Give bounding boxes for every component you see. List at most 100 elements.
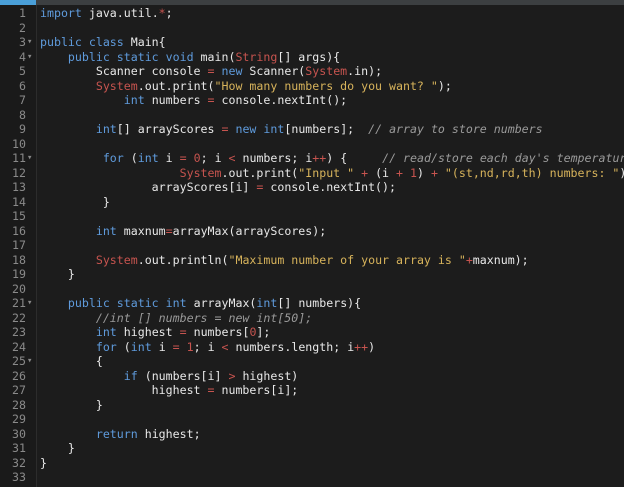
code-token: int — [95, 325, 117, 339]
code-token: < — [228, 151, 236, 165]
code-line[interactable]: 32} — [0, 456, 624, 471]
code-line[interactable]: 9 int[] arrayScores = new int[numbers]; … — [0, 122, 624, 137]
code-line[interactable]: 12 System.out.print("Input " + (i + 1) +… — [0, 166, 624, 181]
code-token: .out.print( — [137, 78, 215, 93]
line-number: 29 — [12, 412, 26, 426]
code-token: System — [95, 252, 138, 267]
code-line[interactable]: 10 — [0, 137, 624, 152]
fold-arrow-icon[interactable]: ▾ — [27, 354, 35, 369]
code-token: { — [40, 354, 103, 368]
code-line[interactable]: 29 — [0, 412, 624, 427]
code-token: int — [95, 223, 117, 238]
code-line[interactable]: 28 } — [0, 398, 624, 413]
code-token: // read/store each day's temperature — [382, 151, 624, 165]
code-token: i — [158, 151, 180, 165]
code-token: = — [207, 64, 215, 78]
code-token: + — [396, 165, 403, 180]
code-line[interactable]: 6 System.out.print("How many numbers do … — [0, 79, 624, 94]
code-line[interactable]: 1 import java.util.*; — [0, 6, 624, 21]
code-line[interactable]: 16 int maxnum=arrayMax(arrayScores); — [0, 224, 624, 239]
fold-arrow-icon[interactable]: ▾ — [27, 151, 35, 166]
code-line[interactable]: 4 ▾ public static void main(String[] args… — [0, 50, 624, 65]
code-line[interactable]: 14 } — [0, 195, 624, 210]
code-token: numbers; i — [235, 151, 313, 165]
code-line[interactable]: 24 for (int i = 1; i < numbers.length; i… — [0, 340, 624, 355]
line-number: 7 — [19, 93, 26, 107]
code-line[interactable]: 5 Scanner console = new Scanner(System.i… — [0, 64, 624, 79]
code-token: .in); — [347, 64, 383, 78]
code-line[interactable]: 27 highest = numbers[i]; — [0, 383, 624, 398]
code-line[interactable]: 8 — [0, 108, 624, 123]
code-line[interactable]: 33 — [0, 470, 624, 485]
fold-arrow-icon[interactable]: ▾ — [27, 296, 35, 311]
line-number: 18 — [12, 252, 26, 267]
code-line[interactable]: 2 — [0, 21, 624, 36]
code-line[interactable]: 18 System.out.println("Maximum number of… — [0, 253, 624, 268]
code-text: arrayScores[i] = console.nextInt(); — [40, 180, 396, 195]
code-token: [] args){ — [277, 49, 341, 64]
code-line[interactable]: 23 int highest = numbers[0]; — [0, 325, 624, 340]
line-number: 17 — [12, 238, 26, 252]
code-text: System.out.println("Maximum number of yo… — [40, 253, 529, 268]
code-token: ); — [437, 78, 452, 93]
code-line[interactable]: 25 ▾ { — [0, 354, 624, 369]
code-editor[interactable]: 1 import java.util.*; 2 3 ▾ public class Main… — [0, 0, 624, 487]
code-line[interactable]: 3 ▾ public class Main{ — [0, 35, 624, 50]
code-line[interactable]: 19 } — [0, 267, 624, 282]
code-token: import — [40, 6, 82, 20]
code-line[interactable]: 26 if (numbers[i] > highest) — [0, 369, 624, 384]
code-token: java.util. — [81, 6, 159, 20]
code-token: 1 — [409, 165, 417, 180]
line-number: 12 — [12, 165, 26, 180]
code-token: numbers — [144, 93, 208, 107]
code-token: [] numbers){ — [277, 296, 362, 310]
line-number: 11 — [12, 151, 26, 165]
code-token: .out.print( — [221, 165, 299, 180]
code-line[interactable]: 22 //int [] numbers = new int[50]; — [0, 311, 624, 326]
code-token: 0 — [193, 151, 201, 165]
code-text: } — [40, 267, 75, 282]
code-text: int[] arrayScores = new int[numbers]; //… — [40, 122, 543, 137]
line-number: 10 — [12, 136, 26, 151]
code-token: i — [151, 339, 173, 354]
line-number: 1 — [19, 6, 26, 20]
code-token: arrayMax(arrayScores); — [172, 223, 327, 238]
code-token: } — [40, 267, 75, 281]
code-token: highest — [40, 383, 208, 397]
code-line[interactable]: 11 ▾ for (int i = 0; i < numbers; i++) { … — [0, 151, 624, 166]
code-token: String — [235, 49, 278, 64]
code-token: + — [465, 252, 473, 267]
code-token: System — [95, 78, 138, 93]
code-line[interactable]: 21 ▾ public static int arrayMax(int[] num… — [0, 296, 624, 311]
code-line[interactable]: 17 — [0, 238, 624, 253]
code-text: } — [40, 195, 110, 210]
fold-arrow-icon[interactable]: ▾ — [27, 35, 35, 50]
code-area[interactable]: 1 import java.util.*; 2 3 ▾ public class Main… — [0, 5, 624, 487]
code-token: (i — [368, 165, 397, 180]
code-token: } — [40, 397, 103, 412]
code-token: ) — [368, 339, 376, 354]
code-line[interactable]: 31 } — [0, 441, 624, 456]
line-number: 32 — [12, 455, 26, 470]
code-token: 1 — [186, 339, 194, 354]
code-text: { — [40, 354, 103, 369]
code-line[interactable]: 30 return highest; — [0, 427, 624, 442]
code-token: (numbers[i] — [137, 368, 229, 383]
code-token: numbers[ — [186, 325, 250, 339]
line-number: 5 — [19, 64, 26, 78]
code-line[interactable]: 7 int numbers = console.nextInt(); — [0, 93, 624, 108]
code-token: new — [235, 122, 257, 136]
code-token: // array to store numbers — [368, 122, 543, 136]
code-line[interactable]: 20 — [0, 282, 624, 297]
fold-arrow-icon[interactable]: ▾ — [27, 50, 35, 65]
code-line[interactable]: 13 arrayScores[i] = console.nextInt(); — [0, 180, 624, 195]
code-token: ) { — [326, 151, 383, 165]
code-line[interactable]: 15 — [0, 209, 624, 224]
line-number: 20 — [12, 281, 26, 296]
code-token: for — [95, 339, 117, 354]
